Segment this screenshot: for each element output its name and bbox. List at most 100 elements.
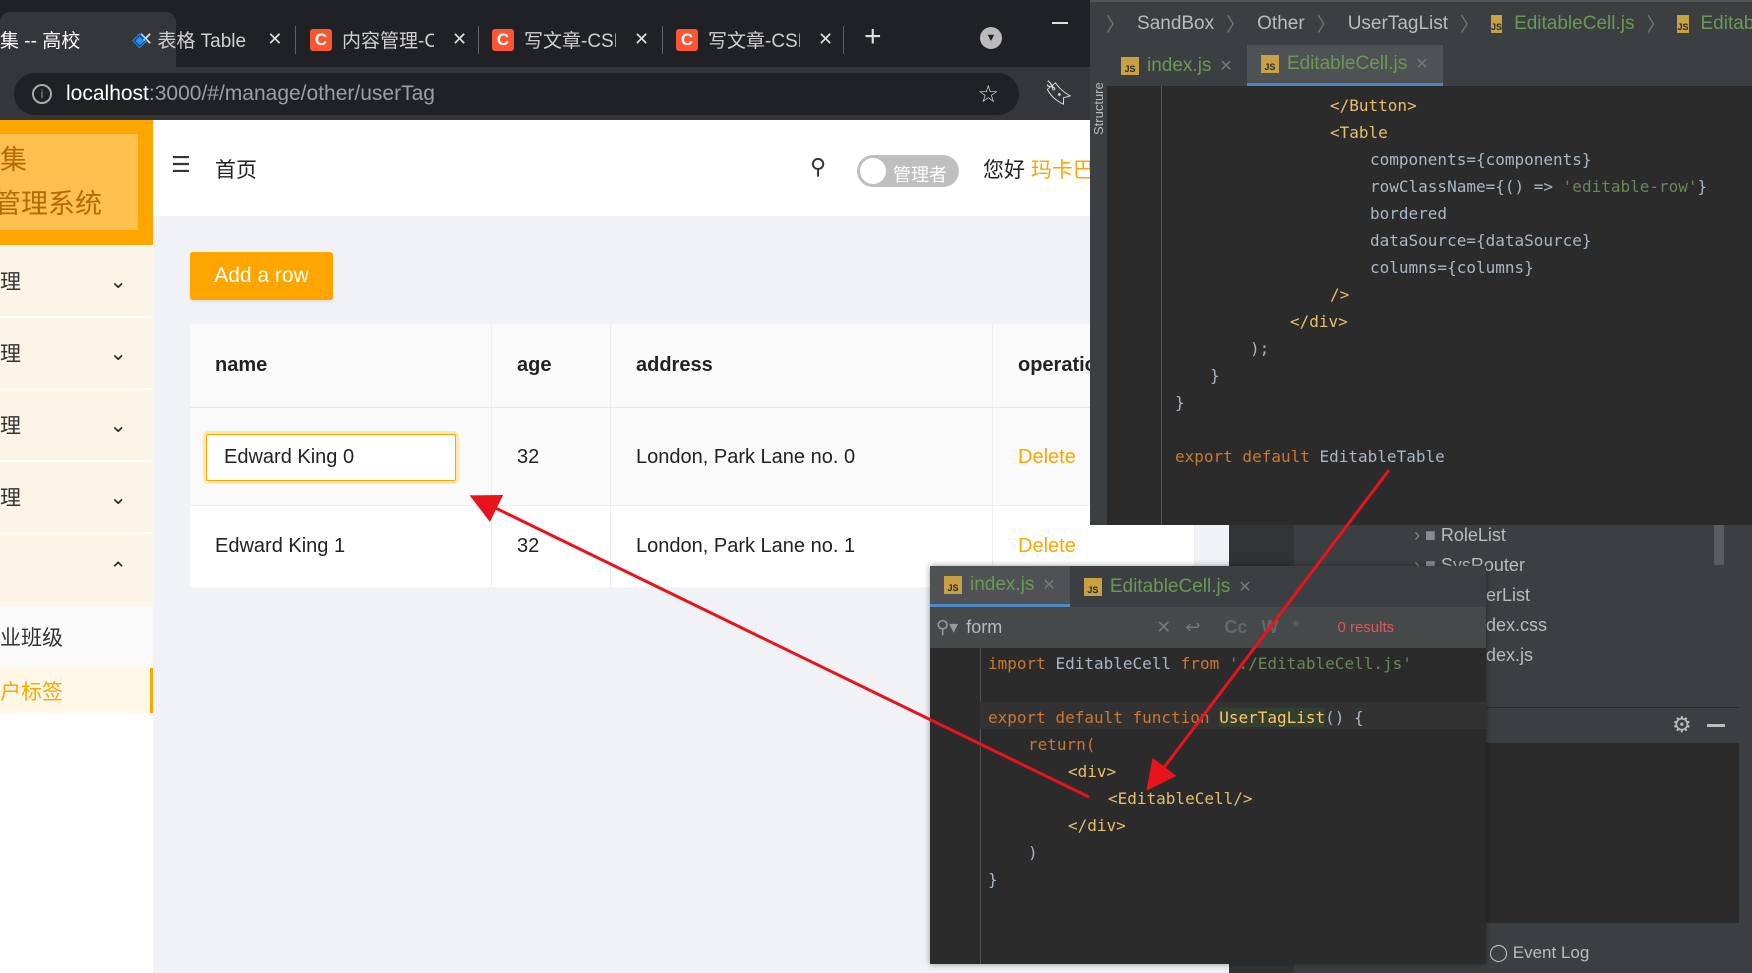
menu-fold-icon[interactable]: ☰ — [171, 152, 191, 178]
close-icon[interactable]: ✕ — [634, 29, 649, 50]
crumb[interactable]: EditableTable — [1701, 13, 1752, 35]
tab-label: EditableCell.js — [1286, 53, 1408, 74]
clear-icon[interactable]: ✕ — [1156, 617, 1171, 638]
editor-tabs: JS index.js ✕ JS EditableCell.js ✕ — [930, 566, 1486, 607]
crumb[interactable]: EditableCell.js — [1514, 13, 1634, 35]
close-icon[interactable]: ✕ — [452, 29, 467, 50]
toggle-label: 管理者 — [893, 165, 947, 185]
age-cell: 32 — [492, 506, 611, 587]
csdn-icon: C — [310, 28, 332, 51]
info-icon: i — [32, 84, 52, 104]
sidebar-subitem-selected[interactable]: 户标签 — [0, 668, 153, 713]
structure-tool-strip[interactable]: Structure — [1090, 45, 1107, 525]
browser-tab[interactable]: ◈ 表格 Table ✕ — [120, 12, 300, 67]
sidebar-menu-item-expanded[interactable]: ⌃ — [0, 534, 153, 606]
column-header-address: address — [611, 324, 993, 408]
search-icon: ⚲▾ — [936, 617, 959, 637]
column-header-name: name — [190, 324, 492, 408]
sidebar-menu-item[interactable]: 理 ⌄ — [0, 462, 153, 532]
star-icon[interactable]: ☆ — [977, 80, 999, 109]
search-input[interactable]: form — [966, 617, 1156, 638]
tab-title: 写文章-CSD — [708, 31, 800, 52]
js-file-icon: JS — [1121, 56, 1139, 75]
crumb[interactable]: Other — [1257, 13, 1305, 35]
sidebar-menu-item[interactable]: 理 ⌄ — [0, 318, 153, 388]
age-cell: 32 — [492, 408, 611, 506]
find-bar: ⚲▾ form ✕ ↩ Cc W * 0 results — [930, 607, 1486, 648]
tab-index-js[interactable]: JS index.js ✕ — [930, 566, 1070, 607]
tab-label: EditableCell.js — [1109, 575, 1231, 597]
bookmark-icon[interactable]: 🔖︎ — [1044, 79, 1074, 108]
editable-table: name age address operation 32 London, Pa… — [190, 324, 1195, 587]
tree-item[interactable]: dex.js — [1486, 645, 1533, 666]
tab-index-js[interactable]: JS index.js ✕ — [1107, 45, 1247, 86]
url-input[interactable]: i localhost:3000/#/manage/other/userTag … — [14, 73, 1019, 115]
regex-toggle[interactable]: * — [1292, 617, 1299, 638]
table-row: 32 London, Park Lane no. 0 Delete — [190, 408, 1195, 506]
csdn-icon: C — [676, 28, 698, 51]
js-file-icon: JS — [1083, 577, 1102, 596]
browser-tab[interactable]: C 写文章-CSD ✕ — [480, 12, 662, 67]
regex-replace-icon[interactable]: ↩ — [1185, 617, 1200, 638]
js-file-icon: JS — [944, 576, 962, 594]
js-file-icon: JS — [1491, 14, 1503, 33]
sidebar-subitem[interactable]: 业班级 — [0, 606, 153, 668]
code-editor[interactable]: </Button> <Table components={components}… — [1175, 92, 1707, 470]
tab-title: 集 -- 高校 — [0, 31, 81, 52]
add-row-button[interactable]: Add a row — [190, 252, 333, 300]
breadcrumb[interactable]: 首页 — [215, 154, 257, 184]
name-cell[interactable]: Edward King 1 — [190, 506, 492, 587]
tab-label: index.js — [1147, 54, 1212, 76]
user-icon[interactable]: ⚲ — [810, 154, 826, 180]
sidebar-menu-item[interactable]: 理 ⌄ — [0, 390, 153, 460]
new-tab-button[interactable]: + — [864, 20, 882, 54]
tab-title: 写文章-CSD — [524, 31, 616, 52]
tree-item[interactable]: › ■ RoleList — [1414, 525, 1506, 546]
minimize-icon[interactable] — [1707, 724, 1725, 727]
tab-editablecell-js[interactable]: JS EditableCell.js ✕ — [1246, 45, 1443, 86]
name-input[interactable] — [206, 433, 456, 481]
logo-text: 集 — [0, 145, 27, 175]
browser-tab[interactable]: C 内容管理-C ✕ — [298, 12, 480, 67]
close-icon[interactable]: ✕ — [1042, 575, 1055, 595]
tree-item[interactable]: erList — [1486, 585, 1530, 606]
event-log-button[interactable]: ◯ Event Log — [1489, 943, 1589, 963]
crumb[interactable]: UserTagList — [1348, 13, 1448, 35]
close-icon[interactable]: ✕ — [1415, 54, 1428, 74]
event-log-label: Event Log — [1512, 943, 1590, 962]
close-icon[interactable]: ✕ — [1219, 56, 1232, 76]
sidebar-menu-item[interactable]: 理 ⌄ — [0, 246, 153, 316]
submenu-label: 户标签 — [0, 680, 63, 704]
editor-tabs: JS index.js ✕ JS EditableCell.js ✕ — [1107, 45, 1752, 86]
search-results-count: 0 results — [1337, 619, 1395, 636]
browser-tab[interactable]: C 写文章-CSD ✕ — [664, 12, 846, 67]
role-toggle[interactable]: 管理者 — [857, 155, 959, 187]
chevron-down-icon: ⌄ — [109, 269, 127, 293]
chevron-down-icon: ⌄ — [109, 485, 127, 509]
tab-search-icon[interactable]: ▼ — [980, 27, 1002, 49]
close-icon[interactable]: ✕ — [267, 29, 282, 50]
scrollbar[interactable] — [1714, 525, 1724, 565]
js-class-icon: JS — [1677, 14, 1689, 33]
close-icon[interactable]: ✕ — [1238, 577, 1251, 597]
crumb[interactable]: SandBox — [1137, 13, 1214, 35]
whole-word-toggle[interactable]: W — [1261, 617, 1278, 638]
minimize-icon[interactable] — [1052, 22, 1068, 24]
address-cell: London, Park Lane no. 0 — [611, 408, 993, 506]
app-header: ☰ 首页 ⚲ 管理者 您好 玛卡巴 — [153, 120, 1094, 216]
tab-editablecell-js[interactable]: JS EditableCell.js ✕ — [1070, 566, 1266, 607]
match-case-toggle[interactable]: Cc — [1224, 617, 1247, 638]
greeting-text: 您好 — [983, 159, 1025, 182]
close-icon[interactable]: ✕ — [818, 29, 833, 50]
ide-breadcrumb: 〉 SandBox 〉 Other 〉 UserTagList 〉 JS Editable… — [1090, 0, 1752, 45]
tree-item[interactable]: dex.css — [1486, 615, 1547, 636]
chevron-up-icon: ⌃ — [109, 558, 127, 582]
code-editor[interactable]: import EditableCell from './EditableCell… — [988, 650, 1412, 893]
tab-title: 内容管理-C — [342, 31, 434, 52]
gear-icon[interactable]: ⚙ — [1672, 712, 1692, 738]
sidebar: 集 管理系统 理 ⌄ 理 ⌄ 理 ⌄ 理 ⌄ ⌃ 业班级 户标签 — [0, 120, 153, 973]
structure-label: Structure — [1091, 82, 1106, 135]
event-log-icon: ◯ — [1489, 943, 1509, 962]
username[interactable]: 玛卡巴 — [1031, 159, 1094, 182]
js-file-icon: JS — [1260, 55, 1279, 73]
